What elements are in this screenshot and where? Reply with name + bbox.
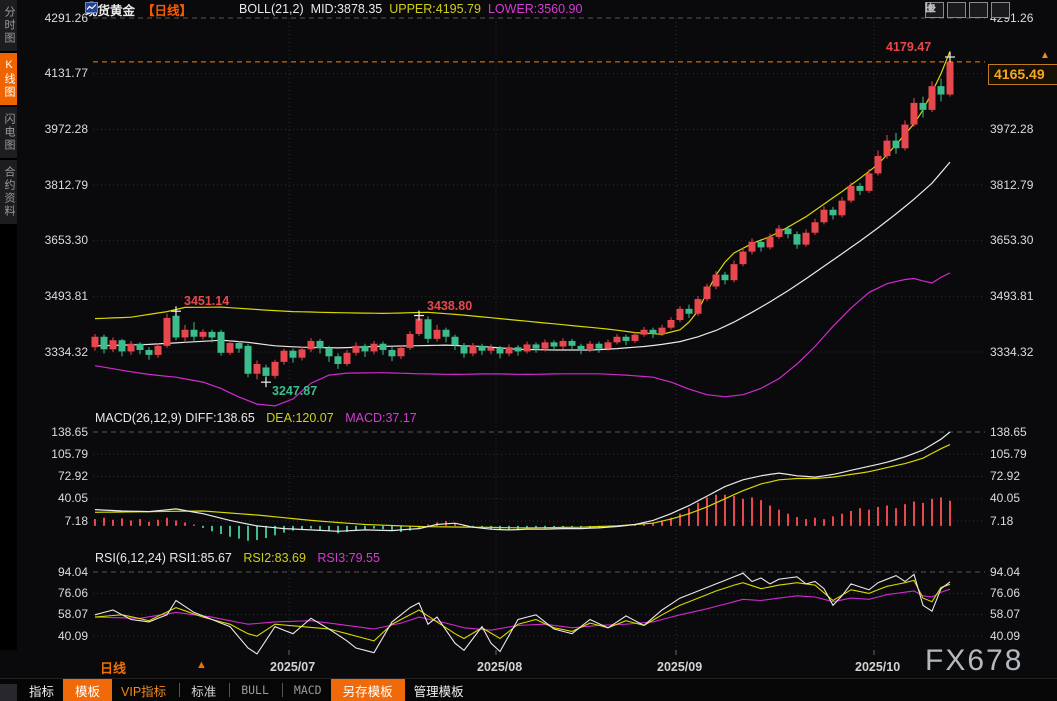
left-axis-tick: 40.05: [22, 492, 88, 505]
left-axis-tick: 76.06: [22, 587, 88, 600]
date-axis: 日线 ▲ 2025/07 2025/08 2025/09 2025/10 FX6…: [0, 650, 1057, 678]
sidebar-tab-lightning-chart[interactable]: 闪电图: [0, 107, 17, 158]
month-label: 2025/10: [855, 660, 900, 674]
toolbar-button-5[interactable]: MACD: [287, 681, 329, 699]
boll-upper-value: UPPER:4195.79: [389, 2, 481, 16]
right-axis-tick: 7.18: [990, 515, 1056, 528]
toolbar-button-4[interactable]: BULL: [234, 681, 276, 699]
toolbar-separator: [179, 683, 180, 697]
sidebar-tab-time-chart[interactable]: 分时图: [0, 0, 17, 51]
page-forward-icon[interactable]: [991, 2, 1010, 18]
right-axis-tick: 40.09: [990, 630, 1056, 643]
corner-grip[interactable]: [0, 684, 17, 701]
fx678-watermark: FX678: [925, 644, 1023, 678]
macd-dea-value: DEA:120.07: [266, 411, 333, 425]
toolbar-button-6[interactable]: 另存模板: [331, 679, 405, 701]
mini-chart-icon[interactable]: [219, 3, 232, 16]
right-axis-tick: 40.05: [990, 492, 1056, 505]
toolbar-button-0[interactable]: 指标: [22, 679, 61, 701]
rsi1-value: RSI(6,12,24) RSI1:85.67: [95, 551, 232, 565]
indicator-toolbar: 指标模板VIP指标标准 BULL MACD另存模板管理模板: [0, 678, 1057, 701]
right-axis-tick: 58.07: [990, 608, 1056, 621]
left-axis-tick: 3812.79: [22, 179, 88, 192]
right-axis-tick: 138.65: [990, 426, 1056, 439]
boll-lower-value: LOWER:3560.90: [488, 2, 583, 16]
right-axis-tick: 3972.28: [990, 123, 1056, 136]
sidebar-tab-contract-info[interactable]: 合约资料: [0, 160, 17, 224]
chart-type-sidebar: 分时图 K线图 闪电图 合约资料: [0, 0, 17, 650]
left-axis-tick: 72.92: [22, 470, 88, 483]
right-axis-tick: 76.06: [990, 587, 1056, 600]
right-axis-tick: 3493.81: [990, 290, 1056, 303]
left-axis-tick: 3493.81: [22, 290, 88, 303]
macd-header: MACD(26,12,9) DIFF:138.65 DEA:120.07 MAC…: [95, 411, 425, 425]
month-label: 2025/07: [270, 660, 315, 674]
toolbar-separator: [229, 683, 230, 697]
chart-header: 现货黄金 【日线】 BOLL(21,2) MID:3878.35 UPPER:4…: [85, 1, 582, 17]
toolbar-button-7[interactable]: 管理模板: [407, 679, 471, 701]
fit-vertical-axis-icon[interactable]: [947, 2, 966, 18]
left-axis-tick: 3334.32: [22, 346, 88, 359]
price-annotation: 3451.14: [184, 294, 229, 308]
right-axis-tick: 72.92: [990, 470, 1056, 483]
toolbar-button-1[interactable]: 模板: [63, 679, 112, 701]
left-axis-tick: 3972.28: [22, 123, 88, 136]
left-axis-tick: 40.09: [22, 630, 88, 643]
boll-mid-value: MID:3878.35: [311, 2, 383, 16]
macd-diff-value: MACD(26,12,9) DIFF:138.65: [95, 411, 255, 425]
toolbar-separator: [282, 683, 283, 697]
left-axis-tick: 4291.26: [22, 12, 88, 25]
rsi2-value: RSI2:83.69: [243, 551, 306, 565]
boll-indicator-label: BOLL(21,2): [239, 2, 304, 16]
last-price-box: 4165.49: [988, 64, 1057, 85]
chart-toolbar-icons: [925, 2, 1010, 18]
fit-horizontal-axis-icon[interactable]: [969, 2, 988, 18]
price-annotation: 4179.47: [886, 40, 931, 54]
right-axis-tick: 3653.30: [990, 234, 1056, 247]
left-axis-tick: 4131.77: [22, 67, 88, 80]
price-up-arrow-icon: ▲: [1040, 50, 1050, 61]
left-axis-tick: 7.18: [22, 515, 88, 528]
circle-plus-icon[interactable]: [199, 3, 212, 16]
toolbar-button-3[interactable]: 标准: [184, 679, 223, 701]
right-axis-tick: 3812.79: [990, 179, 1056, 192]
left-axis-tick: 105.79: [22, 448, 88, 461]
price-annotation: 3247.87: [272, 384, 317, 398]
macd-value: MACD:37.17: [345, 411, 417, 425]
toolbar-button-2[interactable]: VIP指标: [114, 679, 173, 701]
period-footer-label[interactable]: 日线: [100, 658, 126, 677]
period-selector[interactable]: 【日线】: [142, 0, 192, 19]
month-label: 2025/09: [657, 660, 702, 674]
chart-app: 分时图 K线图 闪电图 合约资料 现货黄金 【日线】 BOLL(21,2) MI…: [0, 0, 1057, 701]
period-up-arrow-icon[interactable]: ▲: [196, 659, 207, 671]
sidebar-tab-candle-chart[interactable]: K线图: [0, 53, 17, 105]
month-label: 2025/08: [477, 660, 522, 674]
left-axis-tick: 58.07: [22, 608, 88, 621]
right-axis-tick: 94.04: [990, 566, 1056, 579]
price-annotation: 3438.80: [427, 299, 472, 313]
right-axis-tick: 3334.32: [990, 346, 1056, 359]
left-axis-tick: 3653.30: [22, 234, 88, 247]
left-axis-tick: 138.65: [22, 426, 88, 439]
rsi3-value: RSI3:79.55: [317, 551, 380, 565]
right-axis-tick: 105.79: [990, 448, 1056, 461]
rsi-header: RSI(6,12,24) RSI1:85.67 RSI2:83.69 RSI3:…: [95, 551, 388, 565]
left-axis-tick: 94.04: [22, 566, 88, 579]
